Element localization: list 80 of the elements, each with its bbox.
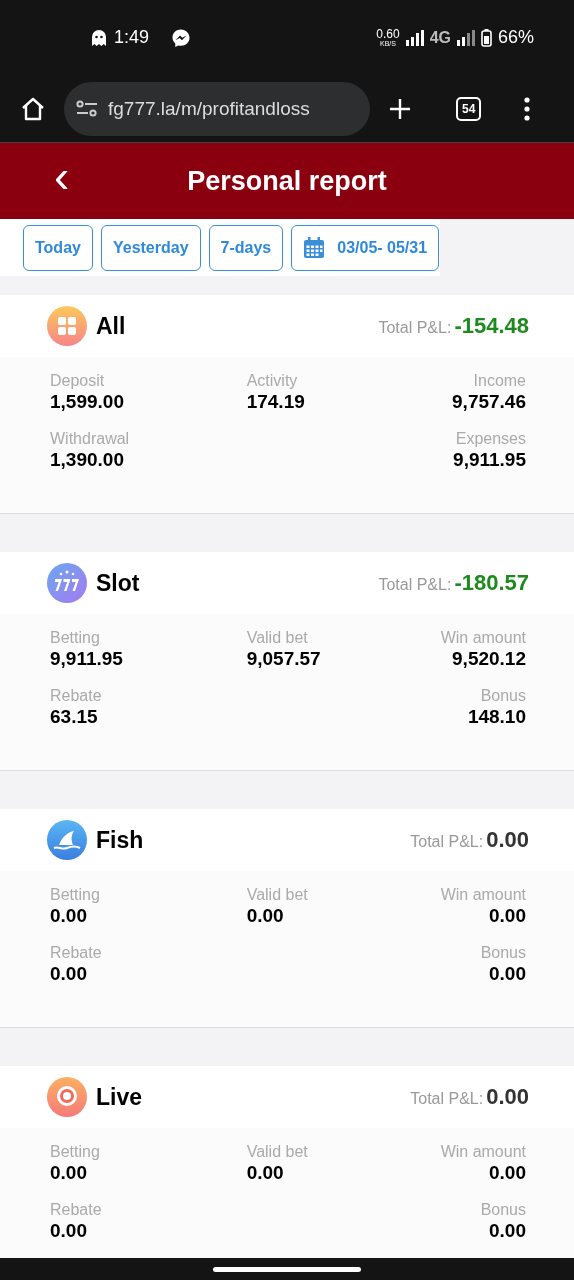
- pnl-value: -154.48: [454, 313, 529, 339]
- network-type: 4G: [429, 28, 451, 47]
- stat-value: 0.00: [246, 1162, 285, 1184]
- stat-value: 0.00: [50, 1162, 88, 1184]
- stat-value: 1,390.00: [50, 449, 125, 471]
- grid-icon: [47, 306, 87, 346]
- home-indicator[interactable]: [213, 1266, 361, 1272]
- ghost-icon: [90, 28, 108, 47]
- new-tab-icon[interactable]: [388, 96, 412, 121]
- stat-value: 63.15: [50, 706, 99, 728]
- category-title: Live: [96, 1083, 143, 1111]
- stat-label: Rebate: [50, 943, 103, 963]
- stat-label: Rebate: [50, 1200, 103, 1220]
- stat-value: 0.00: [50, 1220, 88, 1242]
- casino-chip-icon: [47, 1077, 87, 1117]
- stat-value: 174.19: [246, 391, 306, 413]
- stat-value: 9,757.46: [452, 391, 526, 413]
- stat-label: Bonus: [480, 686, 526, 706]
- stat-label: Betting: [50, 628, 101, 648]
- stat-value: 0.00: [489, 905, 526, 927]
- stat-label: Withdrawal: [50, 429, 131, 449]
- stat-label: Activity: [246, 371, 299, 391]
- stat-value: 9,520.12: [452, 648, 526, 670]
- stat-value: 0.00: [50, 905, 88, 927]
- stat-label: Win amount: [440, 628, 526, 648]
- menu-icon[interactable]: [523, 96, 532, 121]
- stat-label: Valid bet: [246, 628, 309, 648]
- category-title: Fish: [96, 826, 144, 854]
- stat-label: Expenses: [455, 429, 526, 449]
- site-settings-icon[interactable]: [76, 99, 98, 118]
- stat-label: Betting: [50, 885, 101, 905]
- stat-label: Deposit: [50, 371, 106, 391]
- stat-value: 0.00: [489, 1220, 526, 1242]
- address-bar[interactable]: fg777.la/m/profitandloss: [64, 81, 370, 136]
- stat-value: 1,599.00: [50, 391, 125, 413]
- stat-label: Win amount: [440, 1142, 526, 1162]
- filter-button[interactable]: 7-days: [208, 224, 284, 271]
- battery-percent: 66%: [497, 27, 534, 48]
- stat-label: Betting: [50, 1142, 101, 1162]
- stat-label: Valid bet: [246, 885, 309, 905]
- pnl-label: Total P&L:: [410, 833, 484, 851]
- stat-value: 9,911.95: [453, 449, 526, 471]
- stat-label: Rebate: [50, 686, 103, 706]
- chat-icon: [171, 27, 192, 48]
- pnl-label: Total P&L:: [378, 319, 452, 337]
- filter-button[interactable]: Today: [23, 224, 93, 271]
- stat-value: 0.00: [489, 963, 526, 985]
- page-title: Personal report: [187, 165, 387, 197]
- home-icon[interactable]: [20, 95, 46, 122]
- url-text: fg777.la/m/profitandloss: [108, 97, 310, 120]
- stat-value: 9,911.95: [50, 648, 124, 670]
- stat-label: Win amount: [440, 885, 526, 905]
- back-button[interactable]: ‹: [54, 153, 70, 199]
- pnl-value: 0.00: [486, 1084, 529, 1110]
- calendar-icon: [303, 236, 326, 259]
- shark-fin-icon: [47, 820, 87, 860]
- stat-value: 0.00: [246, 905, 285, 927]
- category-title: All: [96, 312, 126, 340]
- slot-machine-icon: [47, 563, 87, 603]
- network-speed: 0.60: [376, 28, 400, 40]
- stat-value: 148.10: [467, 706, 526, 728]
- battery-icon: [480, 28, 492, 47]
- pnl-label: Total P&L:: [410, 1090, 484, 1108]
- date-range-button[interactable]: 03/05- 05/31: [291, 224, 440, 271]
- status-time: 1:49: [114, 27, 150, 48]
- stat-label: Income: [473, 371, 526, 391]
- stat-value: 0.00: [489, 1162, 526, 1184]
- stat-value: 0.00: [50, 963, 88, 985]
- stat-label: Valid bet: [246, 1142, 309, 1162]
- stat-label: Bonus: [480, 1200, 526, 1220]
- filter-button[interactable]: Yesterday: [100, 224, 201, 271]
- pnl-value: -180.57: [454, 570, 529, 596]
- category-title: Slot: [96, 569, 140, 597]
- pnl-label: Total P&L:: [378, 576, 452, 594]
- pnl-value: 0.00: [486, 827, 529, 853]
- tab-count-button[interactable]: 54: [456, 96, 482, 121]
- signal-icon: [456, 29, 475, 46]
- stat-label: Bonus: [480, 943, 526, 963]
- stat-value: 9,057.57: [246, 648, 322, 670]
- signal-icon: [405, 29, 424, 46]
